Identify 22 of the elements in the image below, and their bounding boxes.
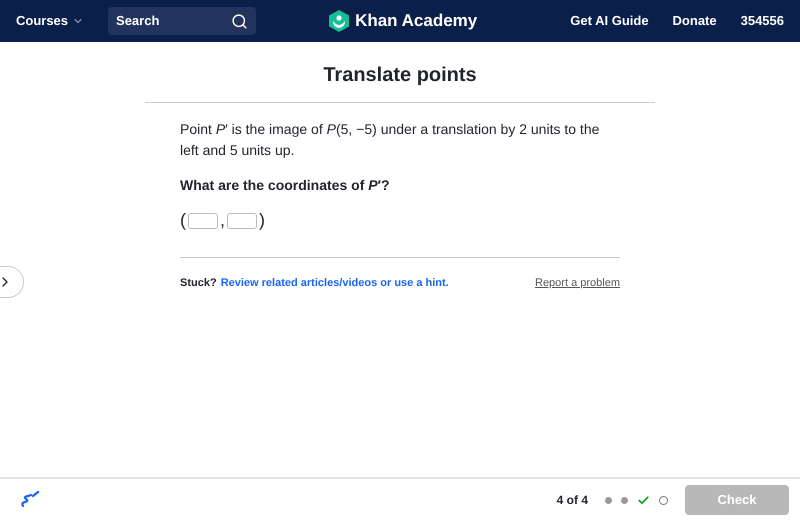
logo-icon (329, 10, 350, 32)
logo-text: Khan Academy (355, 10, 478, 32)
search-bar[interactable]: Search (108, 7, 256, 35)
stuck-label: Stuck? (180, 276, 217, 291)
parenthesis: ) (259, 210, 266, 231)
answer-box[interactable] (188, 212, 218, 228)
courses-menu[interactable]: Courses (16, 11, 84, 31)
nav-link[interactable]: Get AI Guide (570, 11, 649, 31)
search-icon (231, 12, 248, 30)
search-field[interactable]: Search (116, 11, 232, 31)
nav-link[interactable]: Donate (672, 11, 717, 31)
question-prompt: What are the coordinates of P′? (180, 176, 391, 195)
nav-link[interactable]: 354556 (740, 11, 784, 31)
exercise-title: Translate points (323, 63, 477, 88)
question-text: Point P′ is the image of P(5, −5) under a translation by 2 units to the left and 5 units up. (180, 120, 600, 160)
answer-box[interactable] (227, 212, 258, 228)
report-link[interactable]: Report a problem (535, 275, 620, 292)
hint-link[interactable]: Review related articles/videos or use a hint. (220, 275, 449, 292)
parenthesis: ( (180, 210, 186, 231)
progress-counter: 4 of 4 (556, 492, 588, 509)
comma: , (220, 210, 226, 231)
scratchpad-icon[interactable] (20, 491, 40, 509)
